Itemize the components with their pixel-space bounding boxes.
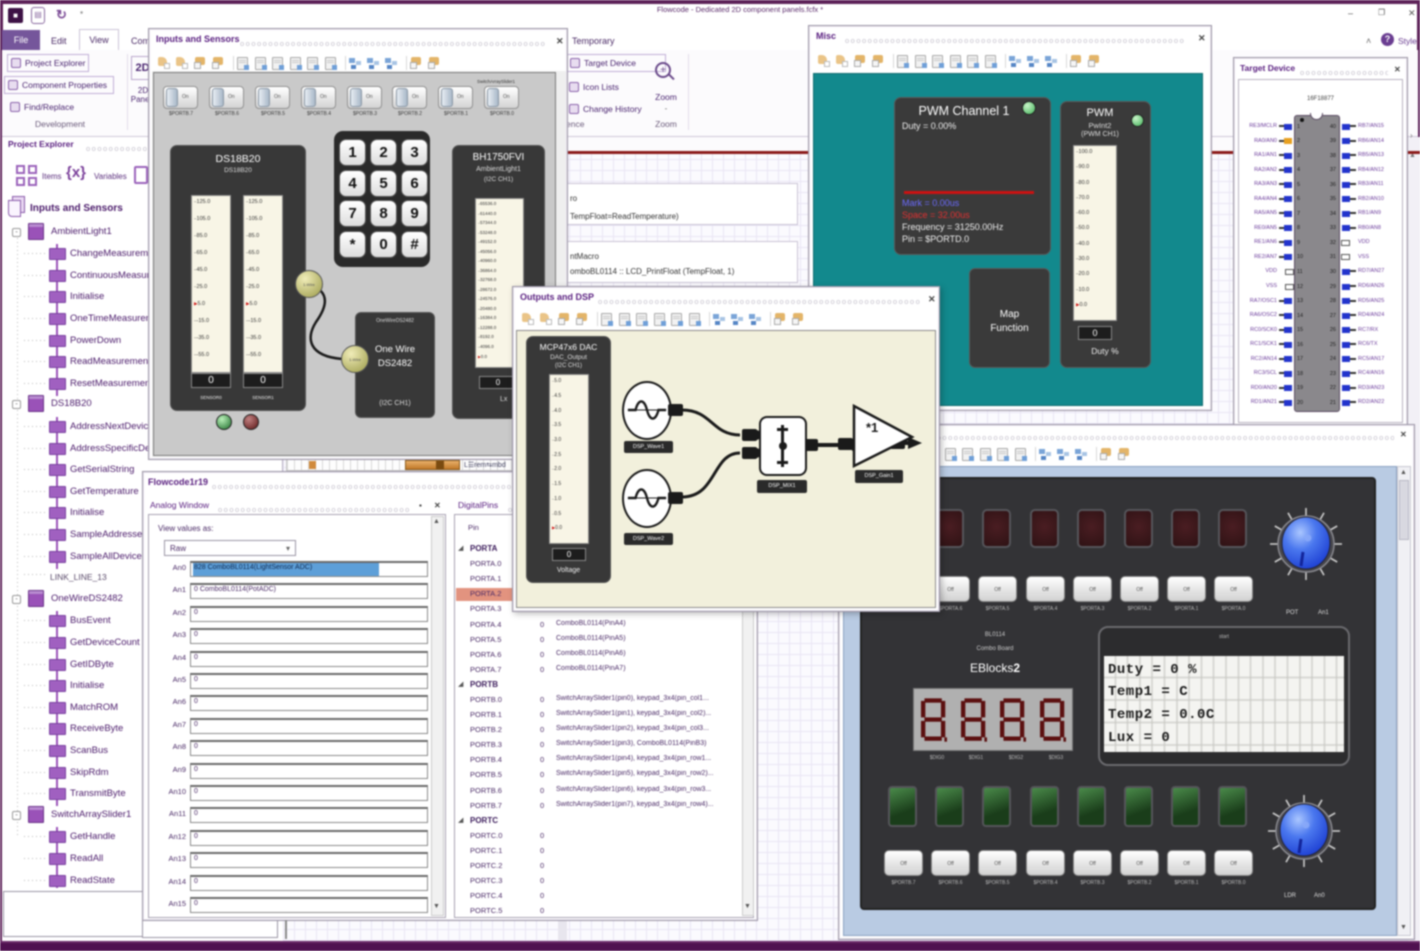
svg-text:*1: *1 (866, 420, 878, 435)
